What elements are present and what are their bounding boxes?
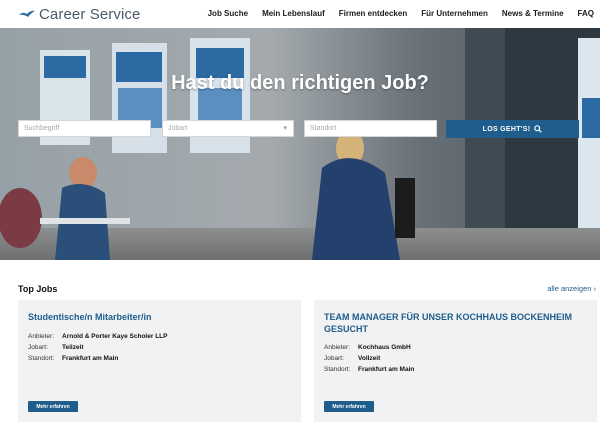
anbieter-label: Anbieter: [28, 333, 55, 340]
logo[interactable]: Career Service [18, 5, 140, 23]
search-icon [534, 125, 543, 133]
anbieter-value: Kochhaus GmbH [358, 344, 411, 351]
job-standort-row: Standort: Frankfurt am Main [28, 355, 118, 362]
jobart-label: Jobart: [324, 355, 344, 362]
nav-firmen-entdecken[interactable]: Firmen entdecken [339, 9, 407, 18]
nav-job-suche[interactable]: Job Suche [208, 9, 248, 18]
nav-faq[interactable]: FAQ [578, 9, 594, 18]
logo-text: Career Service [39, 5, 141, 23]
job-anbieter-row: Anbieter: Arnold & Porter Kaye Scholer L… [28, 333, 167, 340]
top-jobs-title: Top Jobs [18, 284, 58, 294]
jobart-value: Teilzeit [62, 344, 84, 351]
hero-section: Hast du den richtigen Job? Suchbegriff J… [0, 28, 600, 260]
job-anbieter-row: Anbieter: Kochhaus GmbH [324, 344, 411, 351]
job-card[interactable]: Studentische/n Mitarbeiter/in Anbieter: … [18, 300, 301, 422]
jobart-placeholder: Jobart [168, 125, 188, 132]
anbieter-value: Arnold & Porter Kaye Scholer LLP [62, 333, 168, 340]
jobart-label: Jobart: [28, 344, 48, 351]
search-button[interactable]: LOS GEHT'S! [446, 120, 579, 138]
anbieter-label: Anbieter: [324, 344, 351, 351]
standort-input[interactable]: Standort [304, 120, 437, 137]
nav-mein-lebenslauf[interactable]: Mein Lebenslauf [262, 9, 325, 18]
standort-value: Frankfurt am Main [62, 355, 119, 362]
bird-logo-icon [19, 10, 35, 17]
job-title[interactable]: Studentische/n Mitarbeiter/in [28, 311, 291, 323]
job-card[interactable]: TEAM MANAGER FÜR UNSER KOCHHAUS BOCKENHE… [314, 300, 597, 422]
site-header: Career Service Job Suche Mein Lebenslauf… [0, 0, 600, 28]
hero-title: Hast du den richtigen Job? [171, 72, 429, 94]
job-jobart-row: Jobart: Teilzeit [28, 344, 84, 351]
job-jobart-row: Jobart: Vollzeit [324, 355, 380, 362]
standort-value: Frankfurt am Main [358, 366, 415, 373]
search-button-label: LOS GEHT'S! [482, 125, 531, 133]
search-input[interactable]: Suchbegriff [18, 120, 151, 137]
more-info-button[interactable]: Mehr erfahren [28, 401, 78, 412]
main-nav: Job Suche Mein Lebenslauf Firmen entdeck… [194, 9, 594, 18]
job-standort-row: Standort: Frankfurt am Main [324, 366, 414, 373]
standort-label: Standort: [28, 355, 55, 362]
show-all-link[interactable]: alle anzeigen › [547, 284, 596, 293]
standort-label: Standort: [324, 366, 351, 373]
hero-background-image [0, 28, 600, 260]
jobart-select[interactable]: Jobart ▾ [162, 120, 294, 137]
standort-placeholder: Standort [310, 125, 337, 132]
more-info-button[interactable]: Mehr erfahren [324, 401, 374, 412]
jobart-value: Vollzeit [358, 355, 381, 362]
nav-fuer-unternehmen[interactable]: Für Unternehmen [421, 9, 488, 18]
nav-news-termine[interactable]: News & Termine [502, 9, 564, 18]
chevron-down-icon: ▾ [283, 125, 287, 132]
job-title[interactable]: TEAM MANAGER FÜR UNSER KOCHHAUS BOCKENHE… [324, 311, 587, 335]
search-placeholder: Suchbegriff [24, 125, 60, 132]
